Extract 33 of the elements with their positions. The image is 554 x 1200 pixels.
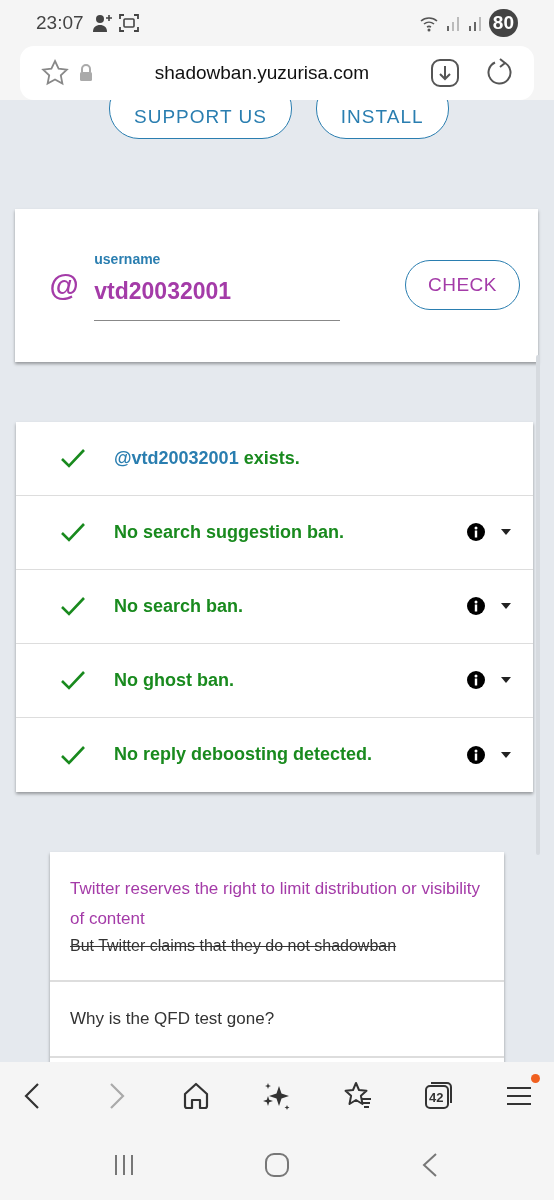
faq-question[interactable]: Twitter reserves the right to limit distribution or visibility of content	[70, 873, 484, 934]
star-icon[interactable]	[40, 58, 70, 88]
clock-time: 23:07	[36, 10, 84, 35]
support-button[interactable]: SUPPORT US	[109, 100, 292, 139]
field-label: username	[94, 249, 162, 269]
result-text: No ghost ban.	[114, 668, 235, 692]
download-icon[interactable]	[430, 58, 460, 88]
info-icon[interactable]	[467, 597, 485, 615]
caret-icon[interactable]	[501, 603, 511, 609]
username-field[interactable]: vtd20032001	[94, 273, 341, 322]
struck-note: But Twitter claims that they do not shadowban	[70, 935, 398, 956]
faq-question[interactable]: Why is the QFD test gone?	[70, 1003, 484, 1034]
person-add-icon	[91, 13, 114, 33]
caret-icon[interactable]	[501, 529, 511, 535]
info-icon[interactable]	[467, 671, 485, 689]
screenshot-icon	[117, 13, 140, 33]
reload-icon[interactable]	[484, 58, 514, 88]
battery-level: 80	[488, 8, 518, 38]
info-icon[interactable]	[467, 745, 485, 764]
check-button[interactable]: CHECK	[405, 259, 520, 311]
result-text: No search ban.	[114, 594, 245, 618]
result-text: No reply deboosting detected.	[114, 743, 374, 766]
lock-icon	[78, 64, 94, 82]
recent-apps-icon[interactable]	[112, 1153, 136, 1177]
at-sign: @	[49, 267, 79, 304]
caret-icon[interactable]	[501, 677, 511, 683]
info-icon[interactable]	[467, 523, 485, 541]
home-button-icon[interactable]	[264, 1152, 290, 1178]
install-button[interactable]: INSTALL	[315, 100, 449, 139]
url-text[interactable]: shadowban.yuzurisa.com	[154, 61, 370, 83]
result-text: No search suggestion ban.	[114, 520, 346, 544]
caret-icon[interactable]	[501, 751, 511, 758]
result-text: @vtd20032001 exists.	[114, 446, 301, 470]
